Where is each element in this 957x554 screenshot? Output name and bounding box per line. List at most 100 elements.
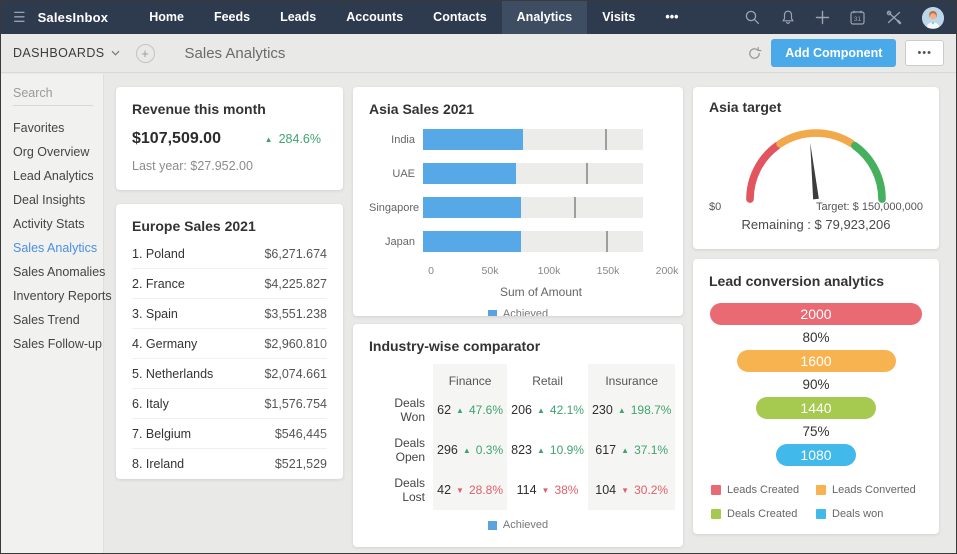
country-value: $6,271.674: [264, 246, 327, 261]
country-value: $1,576.754: [264, 396, 327, 411]
column-header-insurance: Insurance: [587, 364, 676, 390]
funnel-stage-deals-created: 1440: [755, 397, 877, 419]
legend-item-deals-won: Deals won: [816, 508, 921, 520]
search-icon[interactable]: [744, 9, 761, 26]
axis-tick-label: 100k: [537, 265, 561, 277]
down-triangle-icon: ▼: [621, 485, 630, 495]
bar-row-india: India: [369, 129, 667, 150]
country-label: 8. Ireland: [132, 456, 185, 471]
asia-x-axis-label: Sum of Amount: [499, 285, 583, 299]
nav-tab-accounts[interactable]: Accounts: [331, 1, 418, 34]
header-more-button[interactable]: •••: [905, 40, 944, 66]
legend-swatch: [711, 509, 721, 519]
country-label: 3. Spain: [132, 306, 178, 321]
sidebar-item-lead-analytics[interactable]: Lead Analytics: [13, 164, 103, 188]
legend-label: Deals Created: [727, 508, 798, 520]
funnel-conversion-rate: 90%: [802, 377, 830, 392]
hamburger-menu-icon[interactable]: ☰: [13, 9, 26, 26]
sidebar-item-org-overview[interactable]: Org Overview: [13, 140, 103, 164]
page-title: Sales Analytics: [184, 44, 286, 62]
nav-tab-feeds[interactable]: Feeds: [199, 1, 265, 34]
gauge-target-label: Target: $ 150,000,000: [815, 201, 923, 213]
cell-change-pct: 47.6%: [468, 403, 503, 417]
nav-tab-visits[interactable]: Visits: [587, 1, 650, 34]
add-component-button[interactable]: Add Component: [771, 39, 897, 67]
sidebar-item-inventory-reports[interactable]: Inventory Reports: [13, 284, 112, 308]
target-card-title: Asia target: [709, 99, 782, 115]
country-label: 1. Poland: [132, 246, 185, 261]
sidebar-item-deal-insights[interactable]: Deal Insights: [13, 188, 103, 212]
cell-change-pct: 38%: [554, 483, 579, 497]
legend-item-leads-converted: Leads Converted: [816, 484, 921, 496]
country-label: 4. Germany: [132, 336, 198, 351]
sidebar: FavoritesOrg OverviewLead AnalyticsDeal …: [1, 74, 112, 553]
calendar-icon[interactable]: 31: [849, 9, 866, 26]
legend-swatch: [711, 485, 721, 495]
add-dashboard-icon[interactable]: +: [135, 43, 155, 63]
column-header-retail: Retail: [532, 374, 563, 388]
cell-change-pct: 10.9%: [549, 443, 584, 457]
legend-label-achieved: Achieved: [502, 308, 549, 316]
refresh-icon[interactable]: [747, 46, 762, 61]
industry-card-title: Industry-wise comparator: [369, 338, 541, 354]
nav-tab-leads[interactable]: Leads: [265, 1, 331, 34]
up-triangle-icon: ▲: [617, 405, 626, 415]
country-value: $2,960.810: [264, 336, 327, 351]
europe-sales-card: Europe Sales 2021 1. Poland $6,271.674 2. …: [116, 204, 343, 479]
up-triangle-icon: ▲: [537, 405, 545, 415]
bar-plot: [423, 231, 667, 252]
list-item: 4. Germany $2,960.810: [132, 329, 327, 359]
nav-tab-analytics[interactable]: Analytics: [501, 1, 588, 34]
cell-value: 114: [516, 483, 537, 497]
bell-icon[interactable]: [780, 9, 796, 26]
country-value: $4,225.827: [264, 276, 327, 291]
nav-tab-home[interactable]: Home: [134, 1, 199, 34]
country-label: 2. France: [132, 276, 185, 291]
cell-change-pct: 30.2%: [634, 483, 669, 497]
dashboards-dropdown[interactable]: DASHBOARDS: [13, 46, 105, 60]
funnel-chart: 2000 80% 1600 90% 1440 75% 1080: [710, 303, 922, 466]
sidebar-item-sales-anomalies[interactable]: Sales Anomalies: [13, 260, 105, 284]
row-label-deals-won: Deals Won: [394, 396, 425, 424]
legend-label: Leads Created: [727, 484, 800, 496]
revenue-amount: $107,509.00: [132, 130, 221, 147]
table-cell: 823 ▲ 10.9%: [507, 430, 588, 470]
funnel-stage-deals-won: 1080: [775, 444, 857, 466]
asia-target-card: Asia target $0 Target: $ 150,000,000 Rem…: [693, 87, 939, 249]
gauge-segment-green: [851, 141, 886, 203]
nav-tab-more[interactable]: •••: [650, 1, 693, 34]
top-navbar: ☰ SalesInbox Home Feeds Leads Accounts Conta…: [1, 1, 956, 34]
avatar[interactable]: [922, 6, 944, 29]
sidebar-item-sales-trend[interactable]: Sales Trend: [13, 308, 103, 332]
chevron-down-icon[interactable]: [111, 50, 120, 56]
up-triangle-icon: ▲: [621, 445, 630, 455]
axis-tick-label: 200k: [655, 265, 679, 277]
funnel-legend: Leads Created Leads Converted Deals Create…: [709, 484, 923, 520]
gauge-segment-red: [746, 141, 782, 203]
cell-change-pct: 198.7%: [630, 403, 672, 417]
brand-logo[interactable]: SalesInbox: [38, 10, 109, 25]
sidebar-item-activity-stats[interactable]: Activity Stats: [13, 212, 103, 236]
sidebar-item-sales-analytics[interactable]: Sales Analytics: [13, 236, 103, 260]
plus-icon[interactable]: [815, 10, 830, 25]
sidebar-item-favorites[interactable]: Favorites: [13, 116, 103, 140]
asia-sales-card: Asia Sales 2021 India UAE Singapore Japan 0…: [353, 87, 683, 316]
down-triangle-icon: ▼: [541, 485, 550, 495]
column-left: Revenue this month $107,509.00 ▲ 284.6% L…: [116, 87, 343, 479]
list-item: 7. Belgium $546,445: [132, 419, 327, 449]
gauge-segment-orange: [776, 129, 856, 148]
row-label-deals-lost: Deals Lost: [394, 476, 425, 504]
country-value: $546,445: [274, 426, 327, 441]
sidebar-item-sales-follow-up[interactable]: Sales Follow-up: [13, 332, 103, 356]
list-item: 8. Ireland $521,529: [132, 449, 327, 478]
europe-card-title: Europe Sales 2021: [132, 218, 256, 234]
tools-icon[interactable]: [885, 9, 903, 26]
dashboard-header: DASHBOARDS + Sales Analytics Add Compone…: [1, 34, 956, 73]
nav-tab-contacts[interactable]: Contacts: [418, 1, 501, 34]
asia-bar-chart: India UAE Singapore Japan: [369, 129, 667, 252]
search-input[interactable]: [13, 84, 93, 106]
bar-achieved: [423, 197, 521, 218]
cell-value: 42: [437, 483, 452, 497]
industry-legend: Achieved: [369, 519, 667, 531]
country-label: 7. Belgium: [132, 426, 192, 441]
